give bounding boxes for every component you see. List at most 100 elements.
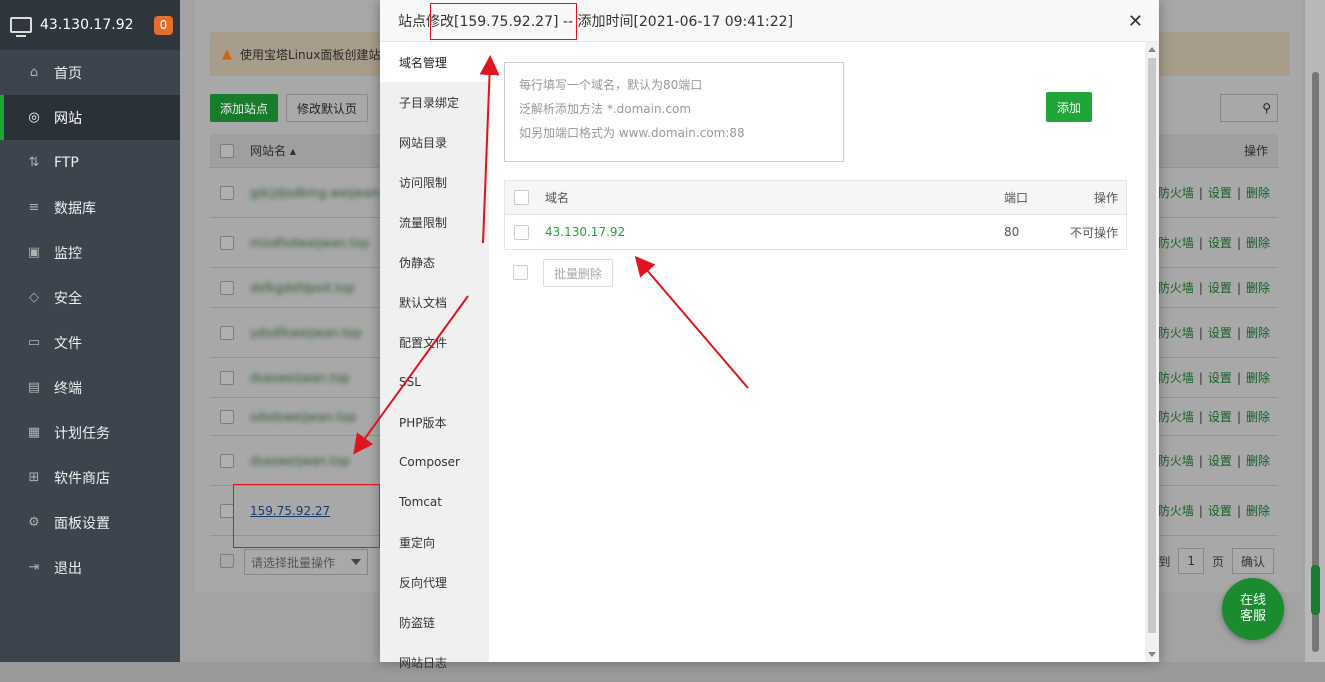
settings-link[interactable]: 设置 — [1208, 371, 1232, 385]
site-name[interactable]: dsasweijwan.top — [250, 453, 350, 469]
modal-scrollbar-thumb[interactable] — [1148, 58, 1156, 633]
firewall-link[interactable]: 防火墙 — [1158, 504, 1194, 518]
search-button[interactable]: ⚲ — [1220, 94, 1278, 122]
nav-logout[interactable]: ⇥ 退出 — [0, 545, 180, 590]
warning-icon: ▲ — [222, 46, 232, 62]
firewall-link[interactable]: 防火墙 — [1158, 410, 1194, 424]
page-scrollbar[interactable] — [1305, 0, 1325, 662]
row-checkbox[interactable] — [220, 280, 234, 295]
modal-scrollbar[interactable] — [1145, 42, 1159, 662]
nav-security[interactable]: ◇ 安全 — [0, 275, 180, 320]
firewall-link[interactable]: 防火墙 — [1158, 281, 1194, 295]
close-icon[interactable]: ✕ — [1128, 11, 1143, 32]
row-checkbox[interactable] — [220, 409, 234, 424]
settings-link[interactable]: 设置 — [1208, 454, 1232, 468]
settings-link[interactable]: 设置 — [1208, 410, 1232, 424]
firewall-link[interactable]: 防火墙 — [1158, 326, 1194, 340]
delete-link[interactable]: 删除 — [1246, 454, 1270, 468]
add-site-button[interactable]: 添加站点 — [210, 94, 279, 122]
tab-composer[interactable]: Composer — [380, 442, 489, 482]
page-input[interactable]: 1 — [1178, 548, 1204, 574]
nav-ftp[interactable]: ⇅ FTP — [0, 140, 180, 185]
firewall-link[interactable]: 防火墙 — [1158, 371, 1194, 385]
tab-ssl[interactable]: SSL — [380, 362, 489, 402]
nav-files[interactable]: ▭ 文件 — [0, 320, 180, 365]
row-checkbox[interactable] — [220, 453, 234, 468]
tab-logs[interactable]: 网站日志 — [380, 642, 489, 682]
tab-rewrite[interactable]: 伪静态 — [380, 242, 489, 282]
row-checkbox[interactable] — [220, 370, 234, 385]
nav-cron[interactable]: ▦ 计划任务 — [0, 410, 180, 455]
bulk-action-select[interactable]: 请选择批量操作 — [244, 549, 368, 575]
scroll-up-icon[interactable] — [1148, 47, 1156, 52]
firewall-link[interactable]: 防火墙 — [1158, 454, 1194, 468]
select-all-checkbox[interactable] — [220, 143, 234, 158]
row-checkbox[interactable] — [220, 185, 234, 200]
nav-monitor[interactable]: ▣ 监控 — [0, 230, 180, 275]
settings-link[interactable]: 设置 — [1208, 504, 1232, 518]
row-ops: 防火墙 | 设置 | 删除 — [1157, 236, 1270, 250]
tab-subdir[interactable]: 子目录绑定 — [380, 82, 489, 122]
chevron-down-icon — [351, 559, 361, 565]
footer-checkbox[interactable] — [513, 265, 528, 280]
site-name[interactable]: gdcjdjsdkmg.weijwan.top — [250, 185, 402, 201]
home-icon: ⌂ — [29, 65, 39, 80]
tab-site-dir[interactable]: 网站目录 — [380, 122, 489, 162]
online-support-button[interactable]: 在线 客服 — [1222, 578, 1284, 640]
site-name[interactable]: dsfkgdsfdpoit.top — [250, 280, 355, 296]
tab-config[interactable]: 配置文件 — [380, 322, 489, 362]
delete-link[interactable]: 删除 — [1246, 236, 1270, 250]
delete-link[interactable]: 删除 — [1246, 371, 1270, 385]
search-icon: ⚲ — [1262, 101, 1271, 115]
delete-link[interactable]: 删除 — [1246, 326, 1270, 340]
page-confirm-button[interactable]: 确认 — [1231, 548, 1274, 574]
firewall-link[interactable]: 防火墙 — [1158, 236, 1194, 250]
nav-store[interactable]: ⊞ 软件商店 — [0, 455, 180, 500]
site-name[interactable]: misdfsdwaijwan.top — [250, 235, 369, 251]
nav-label: 面板设置 — [54, 515, 110, 532]
header-name[interactable]: 网站名 ▴ — [250, 142, 296, 159]
settings-link[interactable]: 设置 — [1208, 326, 1232, 340]
domain-link[interactable]: 43.130.17.92 — [545, 225, 625, 239]
row-checkbox[interactable] — [220, 325, 234, 340]
tab-access[interactable]: 访问限制 — [380, 162, 489, 202]
tab-php[interactable]: PHP版本 — [380, 402, 489, 442]
add-domain-button[interactable]: 添加 — [1046, 92, 1092, 122]
settings-link[interactable]: 设置 — [1208, 236, 1232, 250]
firewall-link[interactable]: 防火墙 — [1158, 186, 1194, 200]
tab-tomcat[interactable]: Tomcat — [380, 482, 489, 522]
row-checkbox[interactable] — [220, 503, 234, 518]
notification-badge[interactable]: 0 — [154, 15, 173, 35]
nav-settings[interactable]: ⚙ 面板设置 — [0, 500, 180, 545]
nav-website[interactable]: ◎ 网站 — [0, 95, 180, 140]
header-port: 端口 — [1004, 191, 1029, 205]
settings-link[interactable]: 设置 — [1208, 281, 1232, 295]
nav-terminal[interactable]: ▤ 终端 — [0, 365, 180, 410]
delete-link[interactable]: 删除 — [1246, 281, 1270, 295]
nav-home[interactable]: ⌂ 首页 — [0, 50, 180, 95]
tab-proxy[interactable]: 反向代理 — [380, 562, 489, 602]
bulk-delete-button[interactable]: 批量删除 — [543, 259, 613, 287]
placeholder-line: 每行填写一个域名，默认为80端口 — [519, 78, 703, 92]
tab-hotlink[interactable]: 防盗链 — [380, 602, 489, 642]
delete-link[interactable]: 删除 — [1246, 410, 1270, 424]
site-name[interactable]: dsasweijwan.top — [250, 370, 350, 386]
settings-link[interactable]: 设置 — [1208, 186, 1232, 200]
delete-link[interactable]: 删除 — [1246, 504, 1270, 518]
nav-database[interactable]: ≡ 数据库 — [0, 185, 180, 230]
row-checkbox[interactable] — [514, 224, 529, 240]
scroll-down-icon[interactable] — [1148, 652, 1156, 657]
row-checkbox[interactable] — [220, 235, 234, 250]
default-page-button[interactable]: 修改默认页 — [286, 94, 369, 122]
tab-traffic[interactable]: 流量限制 — [380, 202, 489, 242]
row-ops: 防火墙 | 设置 | 删除 — [1157, 371, 1270, 385]
footer-checkbox[interactable] — [220, 554, 234, 568]
select-all-checkbox[interactable] — [514, 190, 529, 205]
tab-redirect[interactable]: 重定向 — [380, 522, 489, 562]
site-name[interactable]: ydsdfkweijwan.top — [250, 325, 365, 341]
tab-domain[interactable]: 域名管理 — [380, 42, 489, 82]
site-name[interactable]: sdsdsweijwan.top — [250, 409, 356, 425]
delete-link[interactable]: 删除 — [1246, 186, 1270, 200]
tab-default-doc[interactable]: 默认文档 — [380, 282, 489, 322]
domain-textarea[interactable]: 每行填写一个域名，默认为80端口 泛解析添加方法 *.domain.com 如另… — [504, 62, 844, 162]
